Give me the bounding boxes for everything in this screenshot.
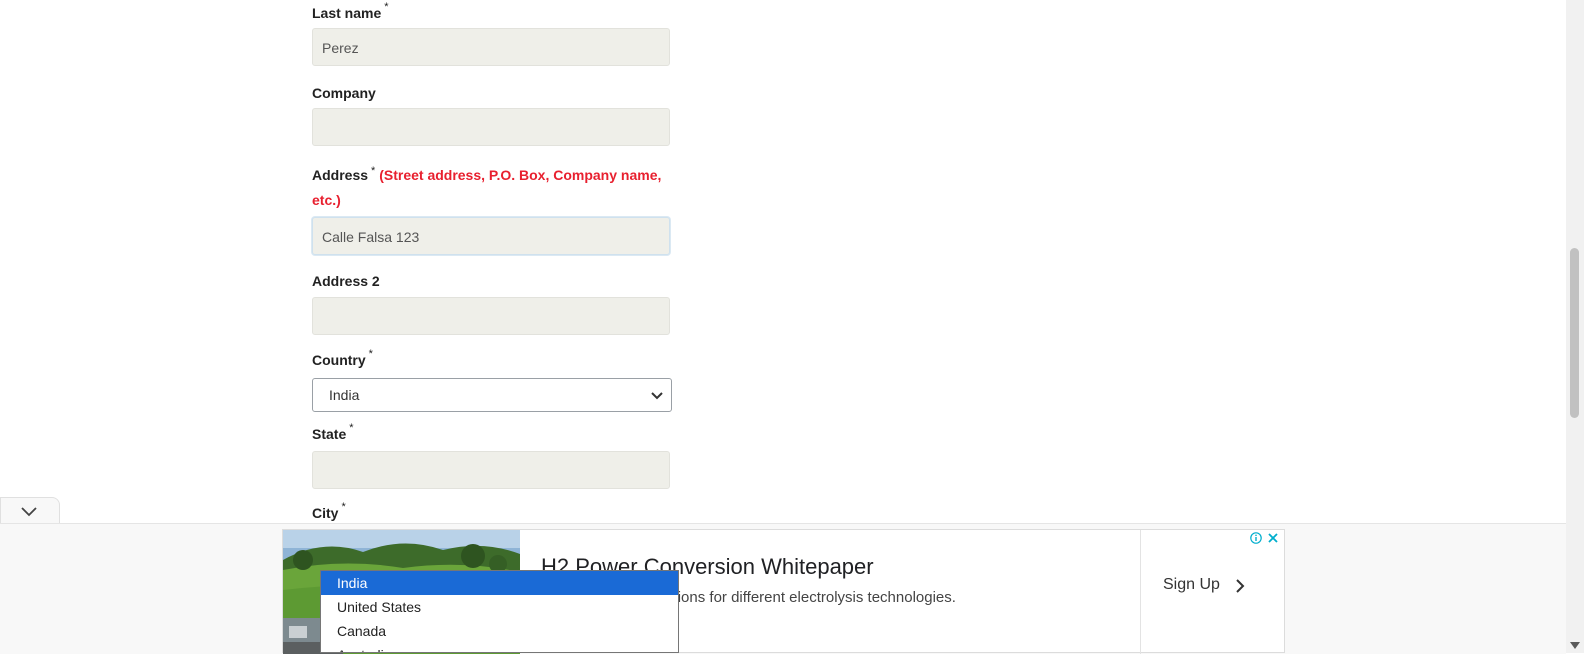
page-scrollbar[interactable] <box>1566 0 1584 653</box>
scrollbar-thumb[interactable] <box>1570 248 1579 418</box>
ad-signup-button[interactable]: Sign Up <box>1163 576 1245 594</box>
required-marker: * <box>384 1 389 13</box>
company-input[interactable] <box>312 108 670 146</box>
scroll-down-arrow-icon[interactable] <box>1570 642 1580 649</box>
state-label: State * <box>312 422 354 442</box>
chevron-down-icon <box>21 507 37 517</box>
country-option[interactable]: Canada <box>321 619 678 643</box>
required-marker: * <box>341 501 346 513</box>
required-marker: * <box>368 348 373 360</box>
required-marker: * <box>349 422 354 434</box>
ad-collapse-toggle[interactable] <box>0 497 60 525</box>
country-option[interactable]: Australia <box>321 643 678 652</box>
required-marker: * <box>371 165 376 177</box>
company-label: Company <box>312 85 376 101</box>
city-label: City * <box>312 501 346 521</box>
address-label: Address * (Street address, P.O. Box, Comp… <box>312 165 662 208</box>
close-icon[interactable] <box>1266 531 1280 545</box>
country-option[interactable]: United States <box>321 595 678 619</box>
country-dropdown-list[interactable]: India United States Canada Australia <box>320 570 679 653</box>
last-name-label: Last name * <box>312 1 389 21</box>
country-select[interactable]: India <box>312 378 672 412</box>
info-icon[interactable] <box>1250 532 1262 544</box>
country-label: Country * <box>312 348 373 368</box>
chevron-down-icon <box>651 392 663 400</box>
address2-input[interactable] <box>312 297 670 335</box>
country-select-value: India <box>329 387 360 403</box>
last-name-input[interactable]: Perez <box>312 28 670 66</box>
address-input[interactable]: Calle Falsa 123 <box>312 217 670 255</box>
address2-label: Address 2 <box>312 273 380 289</box>
ad-divider <box>1140 530 1141 654</box>
chevron-right-icon <box>1236 579 1245 593</box>
state-input[interactable] <box>312 451 670 489</box>
country-option[interactable]: India <box>321 571 678 595</box>
ad-cta-label: Sign Up <box>1163 576 1220 593</box>
